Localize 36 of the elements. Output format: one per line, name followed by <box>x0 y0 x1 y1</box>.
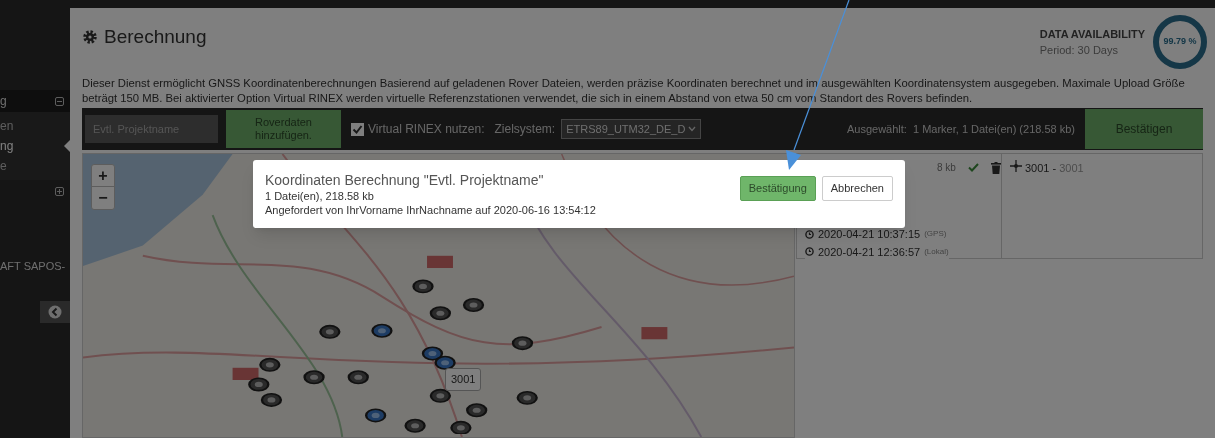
marker-tooltip: 3001 <box>445 368 482 391</box>
sidebar-item[interactable]: en <box>0 116 70 136</box>
trash-icon[interactable] <box>990 161 1001 174</box>
timestamp: 2020-04-21 12:36:57 <box>818 244 921 260</box>
sidebar-item[interactable]: ng <box>0 136 70 156</box>
availability-period: Period: 30 Days <box>1039 43 1119 58</box>
collapse-icon[interactable] <box>55 96 64 106</box>
target-system-label: Zielsystem: <box>494 121 556 138</box>
virtual-rinex-checkbox[interactable] <box>351 122 364 136</box>
sidebar-text: AFT SAPOS- <box>0 259 67 274</box>
selection-summary: Ausgewählt: 1 Marker, 1 Datei(en) (218.58 kb) <box>846 121 1075 137</box>
file-size: 8 kb <box>937 161 956 175</box>
clock-icon <box>805 229 814 239</box>
crosshair-icon <box>1010 160 1022 172</box>
timestamp: 2020-04-21 10:37:15 <box>818 227 921 242</box>
availability-title: DATA AVAILABILITY <box>1039 26 1145 42</box>
target-system-select[interactable]: ETRS89_UTM32_DE_D <box>561 119 702 139</box>
zoom-in-button[interactable]: + <box>92 165 114 187</box>
dialog-title: Koordinaten Berechnung "Evtl. Projektname" <box>265 171 545 189</box>
sidebar-item[interactable]: e <box>0 156 70 176</box>
clock-icon <box>805 247 814 257</box>
zoom-out-button[interactable]: − <box>92 187 114 209</box>
marker-label: 3001 - <box>1025 161 1057 176</box>
cancel-button[interactable]: Abbrechen <box>821 175 893 201</box>
confirmation-button[interactable]: Bestätigung <box>739 175 816 201</box>
dialog-requested: Angefordert von IhrVorname IhrNachname auf 2020-06-16 13:54:12 <box>265 203 596 217</box>
chevron-down-icon <box>688 126 697 132</box>
dialog-files: 1 Datei(en), 218.58 kb <box>265 189 375 203</box>
expand-icon[interactable] <box>55 186 64 196</box>
sidebar-group-label: g <box>0 93 7 110</box>
virtual-rinex-label: Virtual RINEX nutzen: <box>368 121 485 138</box>
settings-icon <box>82 29 98 45</box>
sidebar-group[interactable]: g <box>0 90 70 112</box>
availability-value: 99.79 % <box>1163 35 1197 49</box>
page-title: Berechnung <box>104 24 207 49</box>
selected-caret-icon <box>64 140 70 152</box>
